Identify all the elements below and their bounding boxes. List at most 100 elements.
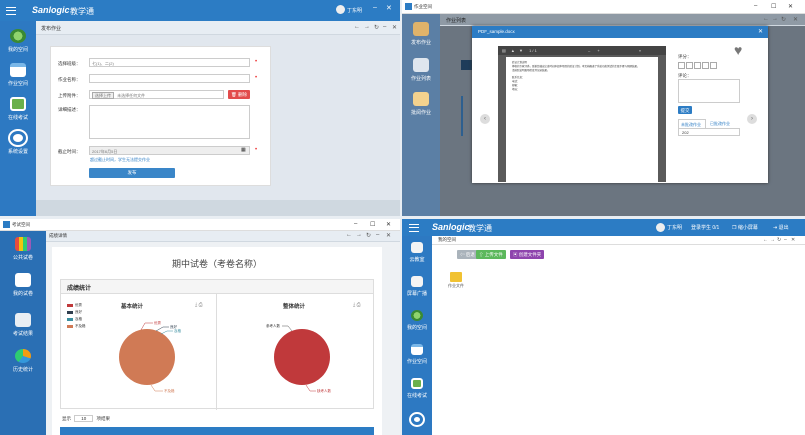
heart-icon[interactable]: ♥ — [734, 43, 748, 57]
menu-icon[interactable] — [6, 7, 16, 15]
more-icon[interactable]: – — [784, 237, 787, 243]
sidebar-item-homework[interactable]: 作业空间 — [402, 344, 432, 365]
back-button[interactable]: ⇦ 后退 — [457, 250, 478, 259]
deadline-input[interactable]: 2017年6月5日 — [89, 146, 250, 155]
sidebar-item-public-exam[interactable]: 公共试卷 — [0, 237, 46, 261]
star-icon[interactable] — [686, 62, 693, 69]
sidebar-item-publish[interactable]: 发布作业 — [402, 22, 440, 46]
sidebar-item-broadcast[interactable]: 屏幕广播 — [402, 276, 432, 297]
star-icon[interactable] — [710, 62, 717, 69]
sidebar-item-exam-result[interactable]: 考试结果 — [0, 313, 46, 337]
sidebar-item-my-exam[interactable]: 我的试卷 — [0, 273, 46, 297]
close-tab-icon[interactable]: ✕ — [791, 237, 795, 243]
sidebar-item-review[interactable]: 批阅作业 — [402, 92, 440, 116]
next-arrow-icon[interactable]: › — [747, 114, 757, 124]
tab-homework-list[interactable]: 作业列表 — [446, 17, 466, 24]
sidebar-item-settings[interactable] — [402, 414, 432, 428]
sidebar-item-exam[interactable]: 在线考试 — [402, 378, 432, 399]
folder-label[interactable]: 作业文件 — [448, 283, 464, 289]
avatar[interactable] — [656, 223, 665, 232]
forward-arrow-icon[interactable]: → — [364, 24, 370, 30]
tab-publish-homework[interactable]: 发布作业 — [41, 25, 61, 32]
refresh-icon[interactable]: ↻ — [374, 24, 379, 31]
homework-name-input[interactable] — [89, 74, 250, 83]
submit-button[interactable]: 提交 — [678, 106, 692, 114]
megaphone-icon — [411, 276, 423, 287]
folder-icon[interactable] — [450, 272, 462, 282]
download-icon[interactable]: ⤓ ⎙ — [195, 302, 203, 308]
exam-title: 期中试卷（考卷名称） — [171, 259, 262, 269]
sidebar-item-settings[interactable]: 系统设置 — [0, 131, 36, 155]
back-arrow-icon[interactable]: ← — [346, 232, 352, 238]
up-icon[interactable]: ▲ — [511, 48, 515, 53]
sidebar-item-cloud-class[interactable]: 云教室 — [402, 242, 432, 263]
minimize-icon[interactable]: – — [754, 3, 757, 9]
exit-button[interactable]: ⇥ 退出 — [773, 224, 789, 231]
class-select[interactable]: 七(1)、二(2) — [89, 58, 250, 67]
refresh-icon[interactable]: ↻ — [366, 232, 371, 239]
prev-arrow-icon[interactable]: ‹ — [480, 114, 490, 124]
sidebar-item-my-space[interactable]: 我的空间 — [402, 310, 432, 331]
sidebar-item-history[interactable]: 历史统计 — [0, 349, 46, 373]
pie-slice-present[interactable] — [274, 329, 330, 385]
sidebar-item-my-space[interactable]: 我的空间 — [0, 29, 36, 53]
close-icon[interactable]: ✕ — [386, 4, 392, 12]
file-input[interactable]: 选择上传 未选择任何文件 — [89, 90, 224, 99]
star-icon[interactable] — [678, 62, 685, 69]
tab-my-space[interactable]: 我的空间 — [438, 237, 456, 243]
refresh-icon[interactable]: ↻ — [781, 16, 786, 23]
sidebar-item-exam[interactable]: 在线考试 — [0, 97, 36, 121]
comment-textarea[interactable] — [678, 79, 740, 103]
close-tab-icon[interactable]: ✕ — [386, 232, 391, 239]
avatar[interactable] — [336, 5, 345, 14]
sidebar-toggle-icon[interactable]: ▤ — [502, 48, 506, 53]
close-icon[interactable]: ✕ — [788, 3, 793, 10]
tab-score-detail[interactable]: 成绩详情 — [49, 233, 67, 239]
menu-icon[interactable] — [409, 224, 419, 232]
top-bar: Sanlogic 教学通 丁东明 – ✕ — [0, 0, 400, 21]
back-arrow-icon[interactable]: ← — [354, 24, 360, 30]
star-icon[interactable] — [702, 62, 709, 69]
more-icon[interactable]: – — [376, 232, 379, 238]
refresh-icon[interactable]: ↻ — [777, 237, 781, 243]
star-icon[interactable] — [694, 62, 701, 69]
more-icon[interactable]: – — [383, 24, 386, 30]
minimize-icon[interactable]: – — [373, 4, 377, 11]
calendar-icon[interactable]: ▦ — [241, 147, 246, 153]
new-folder-button[interactable]: ▣ 创建文件夹 — [510, 250, 545, 259]
pie-slice-fail[interactable] — [119, 329, 175, 385]
user-name[interactable]: 丁东明 — [347, 7, 362, 14]
forward-arrow-icon[interactable]: → — [772, 16, 778, 22]
modal-close-icon[interactable]: ✕ — [758, 28, 763, 35]
choose-file-button[interactable]: 选择上传 — [92, 92, 114, 99]
sidebar-item-list[interactable]: 作业列表 — [402, 58, 440, 82]
download-icon[interactable]: ⤓ ⎙ — [353, 302, 361, 308]
tab-graded[interactable]: 已批改作业 — [708, 119, 738, 128]
description-textarea[interactable] — [89, 105, 250, 139]
delete-button[interactable]: 🗑 删除 — [228, 90, 250, 99]
forward-arrow-icon[interactable]: → — [356, 232, 362, 238]
maximize-icon[interactable]: ☐ — [771, 3, 776, 10]
shrink-screen-button[interactable]: ❐ 缩小屏幕 — [732, 224, 758, 231]
close-tab-icon[interactable]: ✕ — [793, 16, 798, 23]
publish-button[interactable]: 发布 — [89, 168, 175, 178]
back-arrow-icon[interactable]: ← — [763, 237, 768, 243]
forward-arrow-icon[interactable]: → — [770, 237, 775, 243]
back-arrow-icon[interactable]: ← — [763, 16, 769, 22]
zoom-out-icon[interactable]: – — [588, 48, 590, 53]
page-size-select[interactable]: 10 — [74, 415, 94, 422]
star-rating[interactable] — [678, 62, 718, 71]
down-icon[interactable]: ▼ — [519, 48, 523, 53]
sidebar-item-homework[interactable]: 作业空间 — [0, 63, 36, 87]
more-tools-icon[interactable]: » — [639, 48, 641, 53]
minimize-icon[interactable]: – — [354, 221, 357, 227]
maximize-icon[interactable]: ☐ — [370, 221, 375, 228]
close-icon[interactable]: ✕ — [386, 221, 391, 228]
list-item[interactable]: 202 — [678, 128, 740, 136]
label-leader — [155, 326, 169, 332]
upload-button[interactable]: ⇧ 上传文件 — [476, 250, 506, 259]
tab-ungraded[interactable]: 未批改作业 — [678, 119, 706, 128]
user-name[interactable]: 丁东明 — [667, 224, 682, 231]
zoom-in-icon[interactable]: + — [597, 48, 599, 53]
close-tab-icon[interactable]: ✕ — [392, 24, 397, 31]
